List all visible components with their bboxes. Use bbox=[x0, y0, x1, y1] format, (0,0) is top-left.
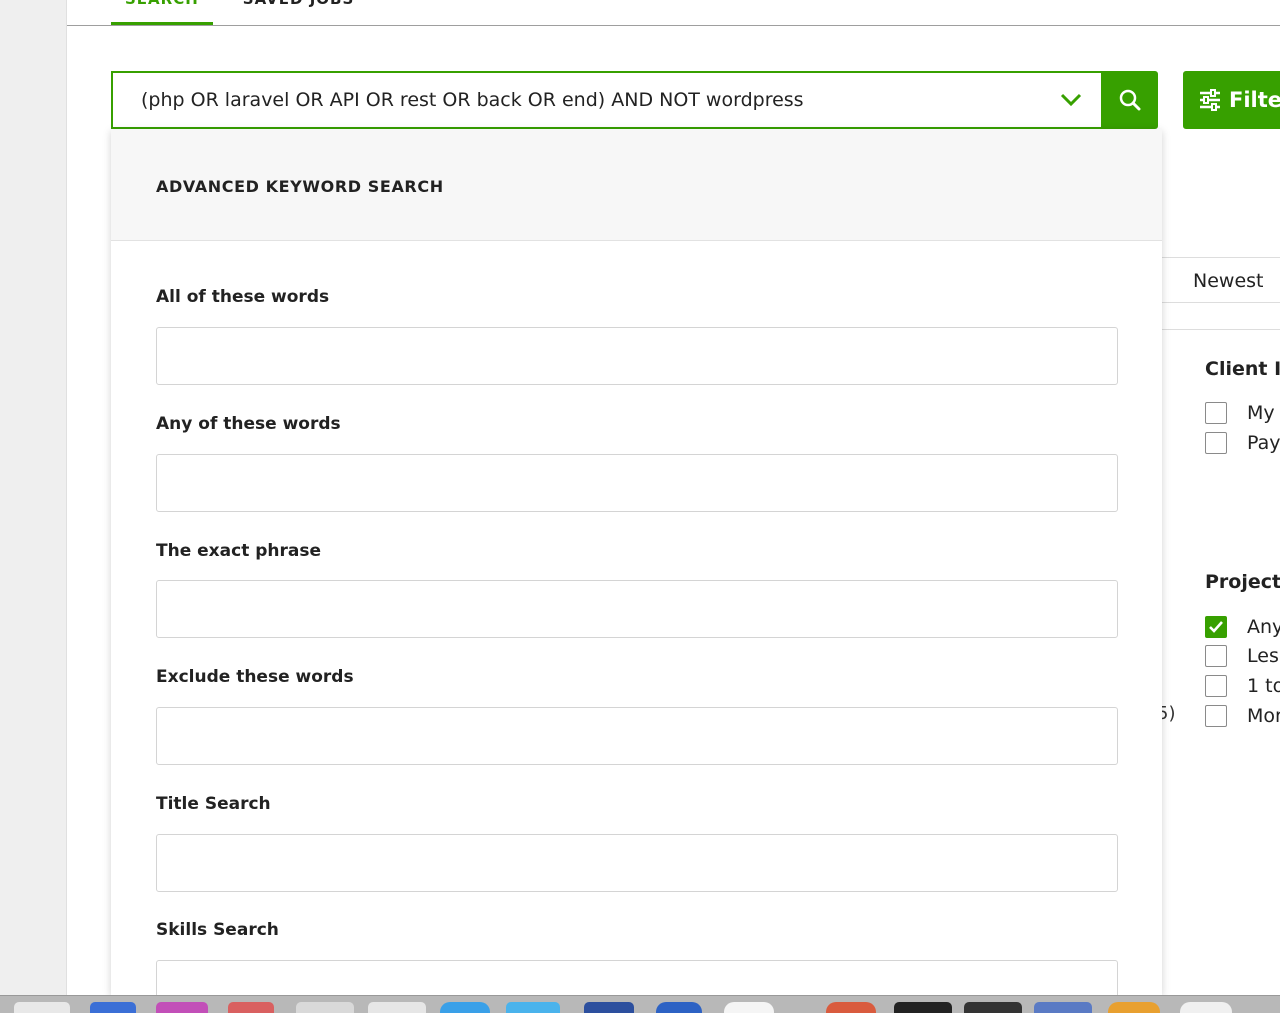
app-icon[interactable] bbox=[656, 1002, 702, 1013]
all-words-input[interactable] bbox=[156, 327, 1118, 385]
search-button[interactable] bbox=[1101, 71, 1158, 129]
check-icon bbox=[1209, 621, 1223, 633]
filters-button[interactable]: Filter bbox=[1183, 71, 1280, 129]
app-icon[interactable] bbox=[506, 1002, 560, 1013]
all-words-label: All of these words bbox=[156, 287, 330, 307]
tab-search[interactable]: SEARCH bbox=[111, 0, 213, 26]
app-icon[interactable] bbox=[724, 1002, 774, 1013]
checkbox[interactable] bbox=[1205, 705, 1227, 727]
project-length-heading: Project bbox=[1205, 571, 1280, 593]
tab-bar: SEARCH SAVED JOBS bbox=[111, 0, 368, 26]
any-words-input[interactable] bbox=[156, 454, 1118, 512]
app-icon[interactable] bbox=[584, 1002, 634, 1013]
app-icon[interactable] bbox=[440, 1002, 490, 1013]
client-option-pay[interactable]: Pay bbox=[1205, 431, 1280, 455]
title-search-input[interactable] bbox=[156, 834, 1118, 892]
project-option-1-to[interactable]: 1 to bbox=[1205, 674, 1280, 698]
app-icon[interactable] bbox=[894, 1002, 952, 1013]
checkbox[interactable] bbox=[1205, 402, 1227, 424]
filters-button-label: Filter bbox=[1229, 88, 1280, 112]
app-icon[interactable] bbox=[826, 1002, 876, 1013]
app-icon[interactable] bbox=[964, 1002, 1022, 1013]
chevron-down-icon[interactable] bbox=[1041, 73, 1101, 127]
client-option-my[interactable]: My bbox=[1205, 401, 1275, 425]
panel-title: ADVANCED KEYWORD SEARCH bbox=[111, 129, 1162, 241]
app-icon[interactable] bbox=[1108, 1002, 1160, 1013]
checkbox-checked[interactable] bbox=[1205, 616, 1227, 638]
project-option-any[interactable]: Any bbox=[1205, 615, 1280, 639]
any-words-label: Any of these words bbox=[156, 414, 341, 434]
skills-search-input[interactable] bbox=[156, 960, 1118, 1000]
sort-divider bbox=[1161, 329, 1280, 330]
checkbox[interactable] bbox=[1205, 675, 1227, 697]
exclude-words-input[interactable] bbox=[156, 707, 1118, 765]
checkbox[interactable] bbox=[1205, 432, 1227, 454]
skills-search-label: Skills Search bbox=[156, 920, 279, 940]
app-icon[interactable] bbox=[90, 1002, 136, 1013]
advanced-search-panel: ADVANCED KEYWORD SEARCH All of these wor… bbox=[111, 129, 1162, 1000]
app-icon[interactable] bbox=[1180, 1002, 1232, 1013]
dock bbox=[0, 995, 1280, 1013]
sort-select[interactable]: Newest bbox=[1161, 257, 1280, 303]
client-info-heading: Client I bbox=[1205, 358, 1280, 380]
app-icon[interactable] bbox=[296, 1002, 354, 1013]
search-input[interactable]: (php OR laravel OR API OR rest OR back O… bbox=[111, 71, 1101, 129]
app-icon[interactable] bbox=[368, 1002, 426, 1013]
project-option-less[interactable]: Les bbox=[1205, 644, 1279, 668]
tab-saved-jobs[interactable]: SAVED JOBS bbox=[229, 0, 369, 26]
search-query-text[interactable]: (php OR laravel OR API OR rest OR back O… bbox=[113, 89, 1041, 111]
exact-phrase-label: The exact phrase bbox=[156, 541, 322, 561]
sliders-icon bbox=[1200, 89, 1220, 111]
finder-icon[interactable] bbox=[14, 1002, 70, 1013]
main-page: SEARCH SAVED JOBS (php OR laravel OR API… bbox=[66, 0, 1280, 1000]
search-icon bbox=[1119, 89, 1140, 111]
title-search-label: Title Search bbox=[156, 794, 271, 814]
app-icon[interactable] bbox=[1034, 1002, 1092, 1013]
tabs-divider bbox=[67, 25, 1280, 26]
project-option-more[interactable]: Mor bbox=[1205, 704, 1280, 728]
app-icon[interactable] bbox=[156, 1002, 208, 1013]
app-icon[interactable] bbox=[228, 1002, 274, 1013]
checkbox[interactable] bbox=[1205, 645, 1227, 667]
exclude-words-label: Exclude these words bbox=[156, 667, 354, 687]
exact-phrase-input[interactable] bbox=[156, 580, 1118, 638]
